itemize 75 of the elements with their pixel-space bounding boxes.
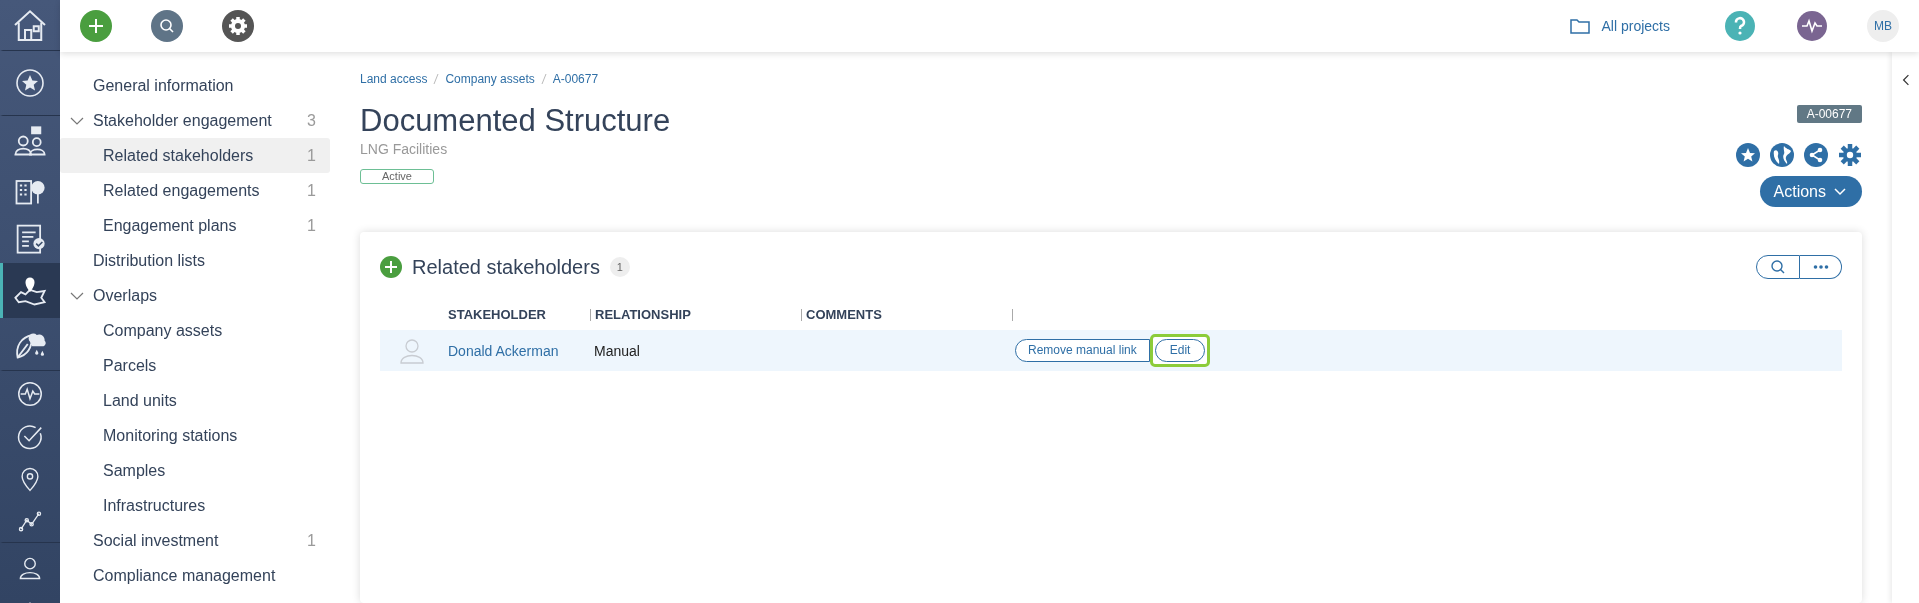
item-label: Company assets bbox=[103, 321, 224, 340]
item-label: Distribution lists bbox=[93, 251, 207, 270]
sidebar-item[interactable]: Social investment 1 bbox=[60, 523, 330, 558]
sidebar-item[interactable]: Infrastructures bbox=[60, 488, 330, 523]
sidebar-item[interactable]: Engagement plans 1 bbox=[60, 208, 330, 243]
actions-button[interactable]: Actions bbox=[1759, 176, 1862, 207]
item-label: Infrastructures bbox=[103, 496, 207, 515]
item-count: 1 bbox=[307, 216, 316, 235]
sidebar-item[interactable]: Stakeholder engagement 3 bbox=[60, 103, 330, 138]
item-label: Overlaps bbox=[93, 286, 159, 305]
table-cell-text: Manual bbox=[593, 342, 640, 359]
item-label: General information bbox=[93, 76, 235, 95]
page-subtitle: LNG Facilities bbox=[360, 141, 449, 157]
chevron-down-icon[interactable] bbox=[70, 292, 84, 300]
item-count: 1 bbox=[307, 181, 316, 200]
item-label: Parcels bbox=[103, 356, 158, 375]
item-label: Related stakeholders bbox=[103, 146, 255, 165]
settings-icon[interactable] bbox=[1838, 143, 1862, 167]
column-header[interactable]: RELATIONSHIP bbox=[591, 309, 691, 321]
more-icon bbox=[1812, 265, 1829, 269]
sidebar-item[interactable]: Parcels bbox=[60, 348, 330, 383]
settings-icon[interactable] bbox=[222, 10, 254, 42]
sidebar-item[interactable]: Company assets bbox=[60, 313, 330, 348]
remove-link-button[interactable]: Remove manual link bbox=[1015, 339, 1150, 362]
caret-icon bbox=[1834, 187, 1846, 196]
check-circle-icon[interactable] bbox=[15, 422, 45, 452]
add-icon[interactable] bbox=[380, 256, 402, 278]
section-title: Related stakeholders bbox=[412, 255, 600, 279]
user-avatar[interactable]: MB bbox=[1867, 10, 1899, 42]
slash-icon bbox=[433, 73, 440, 85]
search-icon bbox=[1770, 259, 1786, 275]
add-icon[interactable] bbox=[80, 10, 112, 42]
item-label: Related engagements bbox=[103, 181, 261, 200]
search-button[interactable] bbox=[1756, 255, 1800, 279]
pulse-icon[interactable] bbox=[1797, 11, 1827, 41]
record-id-tag: A-00677 bbox=[1796, 105, 1862, 123]
chevron-down-icon[interactable] bbox=[70, 117, 84, 125]
chevron-left-icon[interactable] bbox=[1901, 74, 1910, 86]
item-label: Engagement plans bbox=[103, 216, 238, 235]
item-count: 1 bbox=[307, 531, 316, 550]
count-badge: 1 bbox=[609, 257, 630, 277]
item-count: 1 bbox=[307, 146, 316, 165]
search-icon[interactable] bbox=[151, 10, 183, 42]
share-icon[interactable] bbox=[1804, 143, 1828, 167]
item-label: Land units bbox=[103, 391, 178, 410]
globe-icon[interactable] bbox=[1770, 143, 1794, 167]
item-label: Stakeholder engagement bbox=[93, 111, 273, 130]
item-count: 3 bbox=[307, 111, 316, 130]
item-label: Monitoring stations bbox=[103, 426, 239, 445]
sidebar-item[interactable]: Monitoring stations bbox=[60, 418, 330, 453]
item-label: Samples bbox=[103, 461, 167, 480]
folder-icon bbox=[1569, 18, 1590, 34]
sidebar-item[interactable]: Compliance management bbox=[60, 558, 330, 593]
stakeholder-link[interactable]: Donald Ackerman bbox=[444, 342, 559, 359]
avatar-icon bbox=[400, 337, 424, 364]
item-label: Social investment bbox=[93, 531, 220, 550]
breadcrumb-link[interactable]: Company assets bbox=[445, 72, 535, 86]
breadcrumb-link[interactable]: Land access bbox=[360, 72, 428, 86]
slash-icon bbox=[540, 73, 547, 85]
column-header[interactable]: STAKEHOLDER bbox=[444, 309, 546, 321]
sidebar-item[interactable]: Distribution lists bbox=[60, 243, 330, 278]
column-header[interactable]: COMMENTS bbox=[802, 309, 882, 321]
sidebar-item[interactable]: Samples bbox=[60, 453, 330, 488]
projects-link[interactable]: All projects bbox=[1601, 18, 1670, 34]
breadcrumb-link[interactable]: A-00677 bbox=[552, 72, 599, 86]
item-label: Compliance management bbox=[93, 566, 277, 585]
status-tag: Active bbox=[360, 169, 434, 184]
sidebar-item[interactable]: Related stakeholders 1 bbox=[60, 138, 330, 173]
sidebar-item[interactable]: Related engagements 1 bbox=[60, 173, 330, 208]
page-title: Documented Structure bbox=[360, 103, 671, 139]
sidebar-item[interactable]: Overlaps bbox=[60, 278, 330, 313]
edit-button[interactable]: Edit bbox=[1149, 334, 1211, 367]
sidebar-item[interactable]: General information bbox=[60, 68, 330, 103]
sidebar-item[interactable]: Land units bbox=[60, 383, 330, 418]
more-button[interactable] bbox=[1800, 255, 1842, 279]
